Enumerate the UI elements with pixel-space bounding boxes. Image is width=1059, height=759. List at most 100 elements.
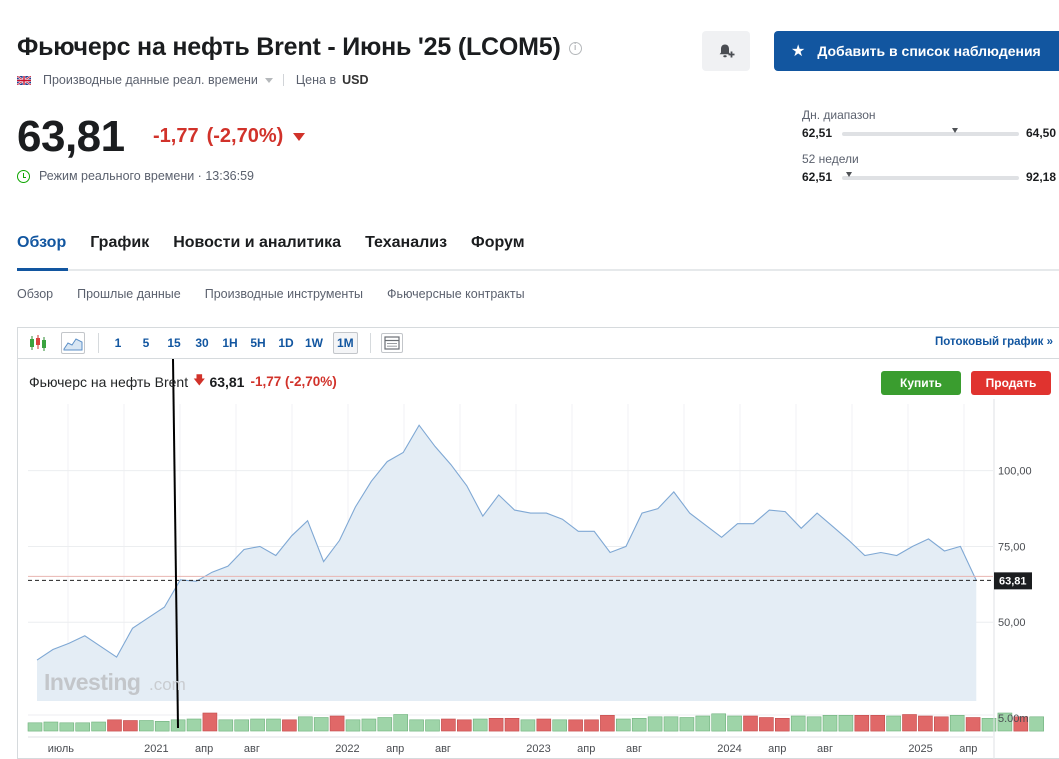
volume-bar	[202, 712, 218, 732]
volume-bar	[409, 719, 424, 732]
bell-plus-icon	[719, 44, 735, 58]
tab-forum[interactable]: Форум	[471, 234, 525, 264]
data-type-select[interactable]: Производные данные реал. времени	[43, 73, 258, 87]
subtab-derivatives[interactable]: Производные инструменты	[205, 287, 363, 301]
volume-bar	[743, 715, 758, 732]
volume-bar	[107, 719, 122, 732]
volume-bar	[679, 717, 695, 732]
timeframe-30[interactable]: 30	[193, 332, 211, 354]
streaming-chart-link[interactable]: Потоковый график »	[935, 336, 1053, 348]
last-price: 63,81	[17, 112, 125, 161]
toolbar-divider	[369, 333, 371, 353]
day-range-marker	[951, 128, 958, 133]
watermark-text: Investing	[44, 669, 140, 695]
volume-bar	[663, 716, 679, 732]
data-meta-row: Производные данные реал. времени Цена в …	[17, 73, 369, 87]
y-tick-label: 50,00	[998, 617, 1026, 629]
timeframe-1w[interactable]: 1W	[305, 332, 323, 354]
volume-bar	[711, 713, 727, 732]
volume-bar	[27, 722, 43, 732]
volume-bar	[806, 716, 822, 732]
x-tick-label: апр	[577, 743, 595, 755]
volume-bar	[250, 718, 265, 732]
x-tick-label: авг	[435, 743, 451, 755]
star-icon: ★	[791, 43, 806, 60]
subtab-futures-contracts[interactable]: Фьючерсные контракты	[387, 287, 525, 301]
volume-bar	[615, 718, 631, 732]
volume-bar	[425, 719, 440, 732]
volume-bar	[600, 714, 615, 732]
week52-range-label: 52 недели	[802, 152, 859, 166]
timeframe-1d[interactable]: 1D	[277, 332, 295, 354]
volume-tick-label: 5.00m	[998, 713, 1029, 725]
x-tick-label: июль	[48, 743, 75, 755]
timeframe-5[interactable]: 5	[137, 332, 155, 354]
timeframe-15[interactable]: 15	[165, 332, 183, 354]
volume-bar	[91, 721, 106, 732]
day-range-low: 62,51	[802, 126, 833, 140]
chart-toolbar: 1 5 15 30 1H 5H 1D 1W 1M Потоковый графи…	[18, 328, 1059, 359]
down-arrow-icon: 🡇	[193, 373, 206, 387]
week52-range-low: 62,51	[802, 170, 833, 184]
buy-button[interactable]: Купить	[881, 371, 961, 395]
page-title: Фьючерс на нефть Brent - Июнь '25 (LCOM5…	[17, 33, 561, 61]
volume-bar	[552, 719, 568, 732]
chevron-down-icon[interactable]	[264, 77, 273, 83]
subtab-historical-data[interactable]: Прошлые данные	[77, 287, 181, 301]
active-tab-indicator	[17, 268, 68, 271]
realtime-label: Режим реального времени · 13:36:59	[39, 169, 254, 183]
realtime-status: Режим реального времени · 13:36:59	[17, 169, 254, 183]
x-tick-label: апр	[386, 743, 404, 755]
volume-bar	[902, 714, 917, 732]
clock-icon	[17, 169, 30, 183]
change-percent: (-2,70%)	[206, 125, 284, 147]
price-in-label: Цена в	[295, 73, 337, 87]
volume-bar	[393, 714, 409, 732]
info-icon[interactable]: i	[568, 42, 582, 55]
volume-bar	[345, 719, 361, 732]
tab-technical[interactable]: Теханализ	[365, 234, 447, 264]
candlestick-icon[interactable]	[26, 332, 50, 354]
area-chart-icon[interactable]	[61, 332, 85, 354]
tab-news-analysis[interactable]: Новости и аналитика	[173, 234, 341, 264]
volume-bar	[234, 719, 249, 732]
week52-range-marker	[845, 172, 852, 177]
add-to-watchlist-button[interactable]: ★ Добавить в список наблюдения	[774, 31, 1059, 71]
tab-overview[interactable]: Обзор	[17, 234, 66, 264]
chart-price: 63,81	[209, 373, 245, 390]
volume-bar	[695, 715, 711, 732]
volume-bar	[218, 719, 234, 732]
sell-button[interactable]: Продать	[971, 371, 1051, 395]
change-value: -1,77	[153, 125, 199, 147]
timeframe-1[interactable]: 1	[109, 332, 127, 354]
table-view-icon[interactable]	[380, 333, 403, 353]
x-tick-label: апр	[959, 743, 977, 755]
uk-flag-icon	[17, 75, 31, 85]
volume-bar	[123, 720, 138, 732]
volume-bar	[1029, 716, 1045, 732]
volume-bar	[854, 714, 870, 732]
volume-bar	[154, 720, 170, 732]
add-alert-button[interactable]	[702, 31, 750, 71]
day-range-label: Дн. диапазон	[802, 108, 876, 122]
volume-bar	[568, 719, 583, 732]
week52-range: 52 недели 62,51 92,18	[802, 152, 1059, 184]
chart-change: -1,77 (-2,70%)	[250, 374, 337, 389]
x-tick-label: 2024	[717, 743, 741, 755]
volume-bar	[441, 718, 456, 732]
volume-bar	[790, 715, 806, 732]
volume-bar	[75, 722, 91, 732]
price-chart[interactable]: 50,00 75,00 100,00 63,81 5.00m июль 2021 апр авг…	[18, 359, 1059, 759]
timeframe-5h[interactable]: 5H	[249, 332, 267, 354]
x-tick-label: 2021	[144, 743, 168, 755]
timeframe-1m[interactable]: 1M	[333, 332, 358, 354]
volume-bar	[377, 717, 393, 732]
x-tick-label: авг	[626, 743, 642, 755]
tab-chart[interactable]: График	[90, 234, 149, 264]
instrument-header: Фьючерс на нефть Brent - Июнь '25 (LCOM5…	[17, 33, 582, 62]
volume-bar	[647, 716, 663, 732]
volume-bar	[949, 714, 965, 732]
timeframe-1h[interactable]: 1H	[221, 332, 239, 354]
subtab-overview[interactable]: Обзор	[17, 287, 53, 301]
volume-bar	[456, 719, 472, 732]
